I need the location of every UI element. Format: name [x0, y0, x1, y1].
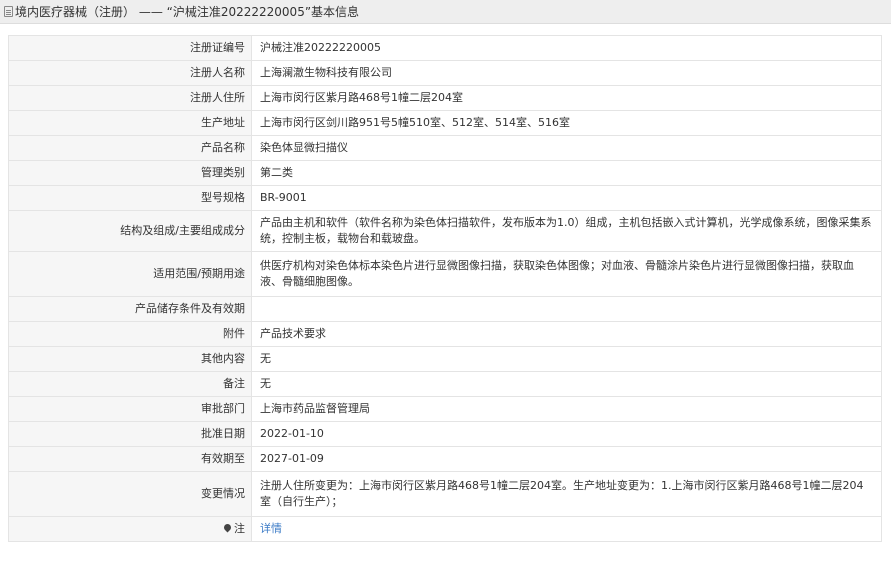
row-value: 产品由主机和软件（软件名称为染色体扫描软件，发布版本为1.0）组成，主机包括嵌入… — [251, 210, 882, 252]
note-value-cell: 详情 — [251, 516, 882, 542]
row-label: 产品储存条件及有效期 — [8, 296, 252, 322]
row-value — [251, 296, 882, 322]
table-row: 产品储存条件及有效期 — [8, 296, 882, 322]
row-label: 有效期至 — [8, 446, 252, 472]
row-label: 结构及组成/主要组成成分 — [8, 210, 252, 252]
row-label: 生产地址 — [8, 110, 252, 136]
table-row: 管理类别 第二类 — [8, 160, 882, 186]
row-value: 注册人住所变更为：上海市闵行区紫月路468号1幢二层204室。生产地址变更为：1… — [251, 471, 882, 517]
table-row: 注册证编号 沪械注准20222220005 — [8, 35, 882, 61]
row-value: 供医疗机构对染色体标本染色片进行显微图像扫描，获取染色体图像；对血液、骨髓涂片染… — [251, 251, 882, 297]
table-row: 备注 无 — [8, 371, 882, 397]
info-table: 注册证编号 沪械注准20222220005 注册人名称 上海澜澈生物科技有限公司… — [8, 35, 882, 542]
table-row: 结构及组成/主要组成成分 产品由主机和软件（软件名称为染色体扫描软件，发布版本为… — [8, 210, 882, 252]
row-value: 沪械注准20222220005 — [251, 35, 882, 61]
row-label: 注册人名称 — [8, 60, 252, 86]
table-row: 审批部门 上海市药品监督管理局 — [8, 396, 882, 422]
table-row: 产品名称 染色体显微扫描仪 — [8, 135, 882, 161]
page-title: 境内医疗器械（注册） —— “沪械注准20222220005”基本信息 — [15, 5, 360, 19]
table-row: 注册人住所 上海市闵行区紫月路468号1幢二层204室 — [8, 85, 882, 111]
table-row: 有效期至 2027-01-09 — [8, 446, 882, 472]
details-link[interactable]: 详情 — [260, 522, 282, 535]
table-row: 变更情况 注册人住所变更为：上海市闵行区紫月路468号1幢二层204室。生产地址… — [8, 471, 882, 517]
row-value: 第二类 — [251, 160, 882, 186]
table-row: 型号规格 BR-9001 — [8, 185, 882, 211]
row-value: 染色体显微扫描仪 — [251, 135, 882, 161]
table-row: 注册人名称 上海澜澈生物科技有限公司 — [8, 60, 882, 86]
row-label: 备注 — [8, 371, 252, 397]
row-value: 2022-01-10 — [251, 421, 882, 447]
location-pin-icon — [222, 522, 233, 533]
document-icon — [4, 6, 13, 17]
table-row: 附件 产品技术要求 — [8, 321, 882, 347]
row-value: 产品技术要求 — [251, 321, 882, 347]
row-label: 批准日期 — [8, 421, 252, 447]
info-table-wrapper: 注册证编号 沪械注准20222220005 注册人名称 上海澜澈生物科技有限公司… — [8, 35, 882, 542]
table-row: 生产地址 上海市闵行区剑川路951号5幢510室、512室、514室、516室 — [8, 110, 882, 136]
row-label: 附件 — [8, 321, 252, 347]
note-label: 注 — [234, 522, 245, 535]
row-value: 上海市药品监督管理局 — [251, 396, 882, 422]
row-value: 2027-01-09 — [251, 446, 882, 472]
row-value: 上海澜澈生物科技有限公司 — [251, 60, 882, 86]
row-label: 产品名称 — [8, 135, 252, 161]
row-value: 上海市闵行区紫月路468号1幢二层204室 — [251, 85, 882, 111]
row-value: 无 — [251, 346, 882, 372]
page-header: 境内医疗器械（注册） —— “沪械注准20222220005”基本信息 — [0, 0, 891, 24]
row-label: 注册人住所 — [8, 85, 252, 111]
note-label-cell: 注 — [8, 516, 252, 542]
table-row: 批准日期 2022-01-10 — [8, 421, 882, 447]
row-label: 注册证编号 — [8, 35, 252, 61]
table-row-note: 注 详情 — [8, 516, 882, 542]
row-label: 变更情况 — [8, 471, 252, 517]
row-label: 其他内容 — [8, 346, 252, 372]
row-value: 上海市闵行区剑川路951号5幢510室、512室、514室、516室 — [251, 110, 882, 136]
row-label: 适用范围/预期用途 — [8, 251, 252, 297]
row-value: 无 — [251, 371, 882, 397]
row-label: 审批部门 — [8, 396, 252, 422]
table-row: 适用范围/预期用途 供医疗机构对染色体标本染色片进行显微图像扫描，获取染色体图像… — [8, 251, 882, 297]
row-label: 管理类别 — [8, 160, 252, 186]
row-value: BR-9001 — [251, 185, 882, 211]
row-label: 型号规格 — [8, 185, 252, 211]
table-row: 其他内容 无 — [8, 346, 882, 372]
